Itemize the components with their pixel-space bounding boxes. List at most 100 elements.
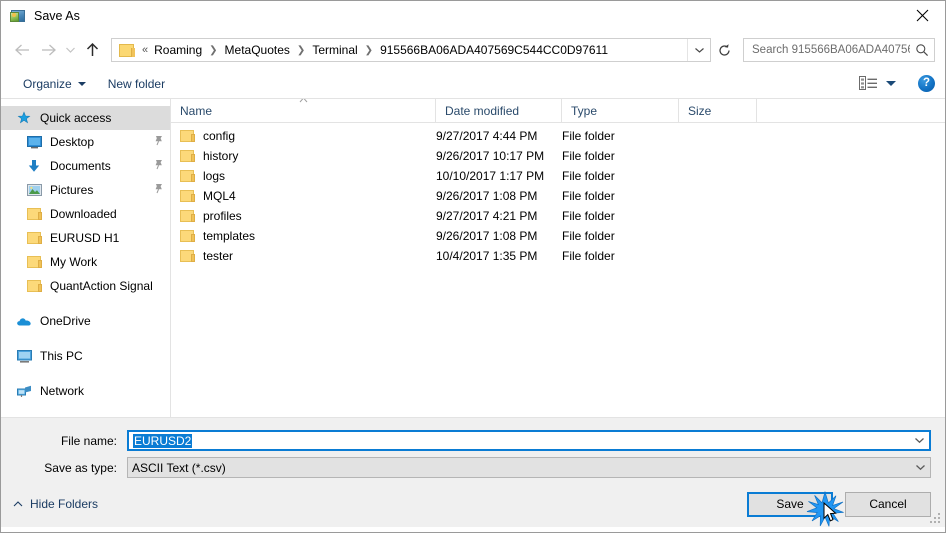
sidebar-item-quick-access[interactable]: Quick access xyxy=(1,106,170,130)
file-type: File folder xyxy=(562,169,615,183)
file-date: 9/26/2017 1:08 PM xyxy=(436,189,538,203)
sidebar-item-quantaction-signal[interactable]: QuantAction Signal xyxy=(1,274,170,298)
sidebar-item-label: EURUSD H1 xyxy=(50,231,120,245)
breadcrumb-bar[interactable]: « Roaming ❯ MetaQuotes ❯ Terminal ❯ 9155… xyxy=(111,38,711,62)
sidebar-item-eurusd-h1[interactable]: EURUSD H1 xyxy=(1,226,170,250)
pin-icon[interactable] xyxy=(153,159,164,173)
column-header-date-modified[interactable]: Date modified xyxy=(436,99,562,122)
chevron-down-icon[interactable] xyxy=(886,81,896,86)
table-row[interactable]: MQL4 9/26/2017 1:08 PM File folder xyxy=(171,186,945,206)
sidebar-item-label: Downloaded xyxy=(50,207,117,221)
file-name: templates xyxy=(203,229,256,243)
cancel-button[interactable]: Cancel xyxy=(845,491,931,517)
table-row[interactable]: logs 10/10/2017 1:17 PM File folder xyxy=(171,166,945,186)
sidebar-item-onedrive[interactable]: OneDrive xyxy=(1,309,170,333)
hide-folders-button[interactable]: Hide Folders xyxy=(13,497,98,511)
sidebar-item-this-pc[interactable]: This PC xyxy=(1,344,170,368)
organize-label: Organize xyxy=(23,76,72,91)
network-icon xyxy=(15,385,33,398)
table-row[interactable]: templates 9/26/2017 1:08 PM File folder xyxy=(171,226,945,246)
file-name-value[interactable]: EURUSD2 xyxy=(129,433,909,448)
sidebar-item-downloaded[interactable]: Downloaded xyxy=(1,202,170,226)
sidebar-item-network[interactable]: Network xyxy=(1,379,170,403)
recent-locations-chevron-icon[interactable] xyxy=(61,37,79,63)
folder-icon xyxy=(180,150,195,162)
folder-icon xyxy=(25,232,43,244)
help-button[interactable]: ? xyxy=(918,75,935,92)
organize-button[interactable]: Organize xyxy=(15,74,94,94)
file-name: config xyxy=(203,129,236,143)
view-layout-icon[interactable] xyxy=(859,76,878,91)
folder-icon xyxy=(180,190,195,202)
file-name-cell: history xyxy=(171,149,436,163)
table-row[interactable]: tester 10/4/2017 1:35 PM File folder xyxy=(171,246,945,266)
help-label: ? xyxy=(922,76,931,89)
breadcrumb-item-roaming[interactable]: Roaming xyxy=(152,41,204,59)
folder-icon xyxy=(180,250,195,262)
breadcrumb-separator: ❯ xyxy=(364,44,374,56)
save-as-type-row: Save as type: ASCII Text (*.csv) xyxy=(15,457,931,478)
column-header-type[interactable]: Type xyxy=(562,99,679,122)
table-row[interactable]: config 9/27/2017 4:44 PM File folder xyxy=(171,126,945,146)
sidebar-item-pictures[interactable]: Pictures xyxy=(1,178,170,202)
file-type: File folder xyxy=(562,209,615,223)
save-as-type-label: Save as type: xyxy=(44,460,117,475)
command-bar: Organize New folder ? xyxy=(1,69,945,99)
file-type: File folder xyxy=(562,149,615,163)
file-name: MQL4 xyxy=(203,189,236,203)
column-header-label: Size xyxy=(688,103,712,118)
onedrive-cloud-icon xyxy=(15,316,33,327)
file-date: 9/26/2017 10:17 PM xyxy=(436,149,545,163)
pictures-icon xyxy=(25,184,43,196)
documents-download-icon xyxy=(25,159,43,173)
chevron-up-icon xyxy=(13,500,23,509)
file-name-cell: templates xyxy=(171,229,436,243)
save-as-dialog: Save As « Roaming ❯ MetaQuotes ❯ Termina… xyxy=(0,0,946,533)
search-input[interactable]: Search 915566BA06ADA40756… xyxy=(744,44,910,56)
search-box[interactable]: Search 915566BA06ADA40756… xyxy=(743,38,935,62)
chevron-down-icon[interactable] xyxy=(909,437,929,444)
close-icon[interactable] xyxy=(899,1,945,30)
file-type: File folder xyxy=(562,129,615,143)
desktop-icon xyxy=(25,135,43,149)
new-folder-button[interactable]: New folder xyxy=(100,74,173,94)
sidebar-item-desktop[interactable]: Desktop xyxy=(1,130,170,154)
column-header-size[interactable]: Size xyxy=(679,99,757,122)
folder-icon xyxy=(25,256,43,268)
resize-grip[interactable] xyxy=(930,513,942,525)
sidebar-item-my-work[interactable]: My Work xyxy=(1,250,170,274)
save-button[interactable]: Save xyxy=(747,491,833,517)
pin-icon[interactable] xyxy=(153,183,164,197)
file-name-cell: logs xyxy=(171,169,436,183)
sidebar-item-documents[interactable]: Documents xyxy=(1,154,170,178)
sidebar-item-label: Documents xyxy=(50,159,111,173)
address-dropdown-icon[interactable] xyxy=(687,39,710,61)
table-row[interactable]: profiles 9/27/2017 4:21 PM File folder xyxy=(171,206,945,226)
breadcrumb-item-instance[interactable]: 915566BA06ADA407569C544CC0D97611 xyxy=(378,41,610,59)
file-name: profiles xyxy=(203,209,242,223)
sidebar-item-label: Pictures xyxy=(50,183,94,197)
up-icon[interactable] xyxy=(79,37,105,63)
file-name-cell: profiles xyxy=(171,209,436,223)
this-pc-icon xyxy=(15,349,33,363)
forward-icon[interactable] xyxy=(35,37,61,63)
sidebar-item-label: This PC xyxy=(40,349,83,363)
breadcrumb-item-terminal[interactable]: Terminal xyxy=(310,41,359,59)
breadcrumb-overflow[interactable]: « xyxy=(141,44,152,56)
file-date: 9/27/2017 4:21 PM xyxy=(436,209,538,223)
folder-icon xyxy=(180,210,195,222)
file-type: File folder xyxy=(562,249,615,263)
column-header-name[interactable]: Name xyxy=(171,99,436,122)
back-icon[interactable] xyxy=(9,37,35,63)
file-name-input[interactable]: EURUSD2 xyxy=(127,430,931,451)
dialog-body: Quick access Desktop Documents Pictures … xyxy=(1,99,945,417)
refresh-icon[interactable] xyxy=(712,38,736,62)
folder-icon xyxy=(180,230,195,242)
folder-icon xyxy=(119,43,135,57)
table-row[interactable]: history 9/26/2017 10:17 PM File folder xyxy=(171,146,945,166)
pin-icon[interactable] xyxy=(153,135,164,149)
chevron-down-icon[interactable] xyxy=(910,464,930,471)
file-rows: config 9/27/2017 4:44 PM File folder his… xyxy=(171,123,945,266)
breadcrumb-item-metaquotes[interactable]: MetaQuotes xyxy=(223,41,292,59)
save-as-type-select[interactable]: ASCII Text (*.csv) xyxy=(127,457,931,478)
